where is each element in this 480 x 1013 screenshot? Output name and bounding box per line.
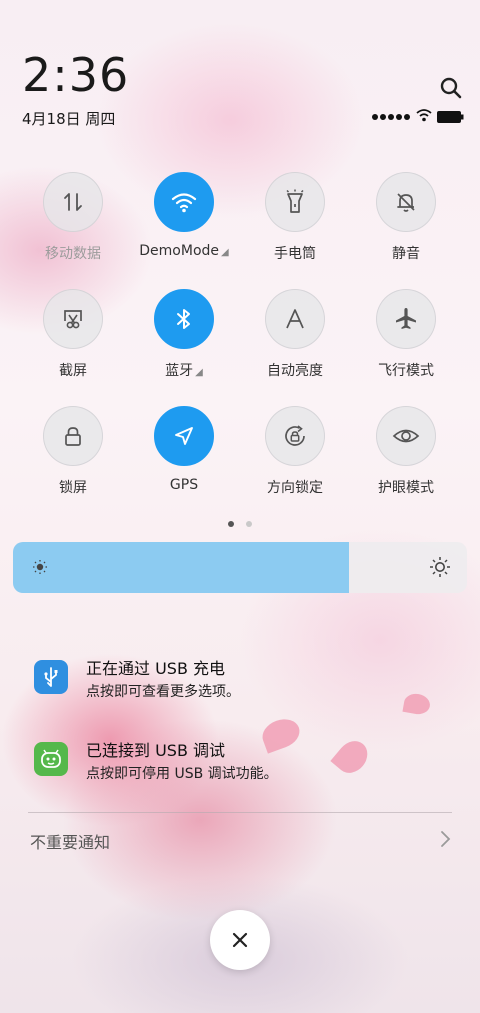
notification-usb-debugging[interactable]: 已连接到 USB 调试 点按即可停用 USB 调试功能。 [28, 732, 452, 792]
unimportant-notifications-link[interactable]: 不重要通知 [30, 829, 110, 853]
brightness-high-icon [430, 557, 450, 577]
toggle-flashlight-circle[interactable] [265, 172, 325, 232]
toggle-label: 方向锁定 [267, 480, 323, 496]
brightness-slider-fill [13, 542, 349, 593]
toggle-label: 自动亮度 [267, 363, 323, 379]
toggle-screenshot[interactable]: 截屏 [18, 289, 128, 380]
toggle-label: GPS [169, 477, 199, 493]
notification-usb-charging[interactable]: 正在通过 USB 充电 点按即可查看更多选项。 [28, 650, 452, 710]
expand-caret-icon[interactable]: ◢ [195, 367, 203, 378]
clear-all-button[interactable] [210, 910, 270, 970]
clock-time: 2:36 [22, 48, 130, 102]
expand-caret-icon[interactable]: ◢ [221, 247, 229, 258]
page-indicator-dot[interactable] [246, 521, 252, 527]
toggle-wifi-circle[interactable] [154, 172, 214, 232]
toggle-eye-care-circle[interactable] [376, 406, 436, 466]
notification-title: 已连接到 USB 调试 [86, 741, 226, 760]
mute-bell-icon [397, 193, 415, 212]
toggle-label: 蓝牙 [165, 363, 194, 379]
toggle-airplane-circle[interactable] [376, 289, 436, 349]
page-indicator-dot[interactable] [228, 521, 234, 527]
signal-strength-icon [372, 114, 410, 120]
toggle-mute[interactable]: 静音 [351, 172, 461, 263]
bluetooth-icon [177, 309, 190, 329]
toggle-airplane[interactable]: 飞行模式 [351, 289, 461, 380]
airplane-icon [396, 308, 416, 329]
usb-icon [34, 660, 68, 694]
toggle-flashlight[interactable]: 手电筒 [240, 172, 350, 263]
battery-icon [437, 111, 464, 123]
mobile-data-icon [64, 193, 82, 211]
toggle-lock-screen-circle[interactable] [43, 406, 103, 466]
toggle-label: 飞行模式 [378, 363, 434, 379]
toggle-mute-circle[interactable] [376, 172, 436, 232]
toggle-bluetooth[interactable]: 蓝牙 ◢ [129, 289, 239, 380]
toggle-label: 截屏 [59, 363, 87, 379]
toggle-gps-circle[interactable] [154, 406, 214, 466]
divider [28, 812, 452, 813]
android-debug-icon [34, 742, 68, 776]
auto-brightness-icon [286, 309, 304, 329]
toggle-bluetooth-circle[interactable] [154, 289, 214, 349]
toggle-mobile-data-circle[interactable] [43, 172, 103, 232]
toggle-screenshot-circle[interactable] [43, 289, 103, 349]
flashlight-icon [286, 189, 304, 213]
rotation-lock-icon [285, 425, 305, 446]
brightness-low-icon [33, 560, 47, 574]
date-text: 4月18日 周四 [22, 110, 116, 128]
notification-title: 正在通过 USB 充电 [86, 659, 226, 678]
toggle-rotation-lock[interactable]: 方向锁定 [240, 406, 350, 497]
wifi-icon [171, 193, 197, 213]
notification-body: 点按即可停用 USB 调试功能。 [86, 766, 278, 782]
toggle-auto-brightness[interactable]: 自动亮度 [240, 289, 350, 380]
notification-body: 点按即可查看更多选项。 [86, 684, 240, 700]
toggle-label: 锁屏 [59, 480, 87, 496]
toggle-wifi[interactable]: DemoMode ◢ [129, 172, 239, 259]
brightness-slider[interactable] [13, 542, 467, 593]
toggle-label: 移动数据 [45, 246, 101, 262]
toggle-lock-screen[interactable]: 锁屏 [18, 406, 128, 497]
lock-icon [65, 427, 81, 446]
toggle-label: 静音 [392, 246, 420, 262]
wifi-status-icon [416, 109, 432, 122]
screenshot-icon [64, 310, 82, 329]
search-icon[interactable] [440, 77, 462, 99]
close-icon [232, 932, 248, 948]
toggle-eye-care[interactable]: 护眼模式 [351, 406, 461, 497]
toggle-label: 手电筒 [274, 246, 316, 262]
gps-icon [175, 427, 193, 445]
toggle-gps[interactable]: GPS [129, 406, 239, 493]
eye-icon [392, 429, 420, 443]
chevron-right-icon[interactable] [438, 830, 452, 848]
toggle-auto-brightness-circle[interactable] [265, 289, 325, 349]
toggle-label: DemoMode [139, 243, 220, 259]
toggle-label: 护眼模式 [378, 480, 434, 496]
toggle-mobile-data[interactable]: 移动数据 [18, 172, 128, 263]
toggle-rotation-lock-circle[interactable] [265, 406, 325, 466]
